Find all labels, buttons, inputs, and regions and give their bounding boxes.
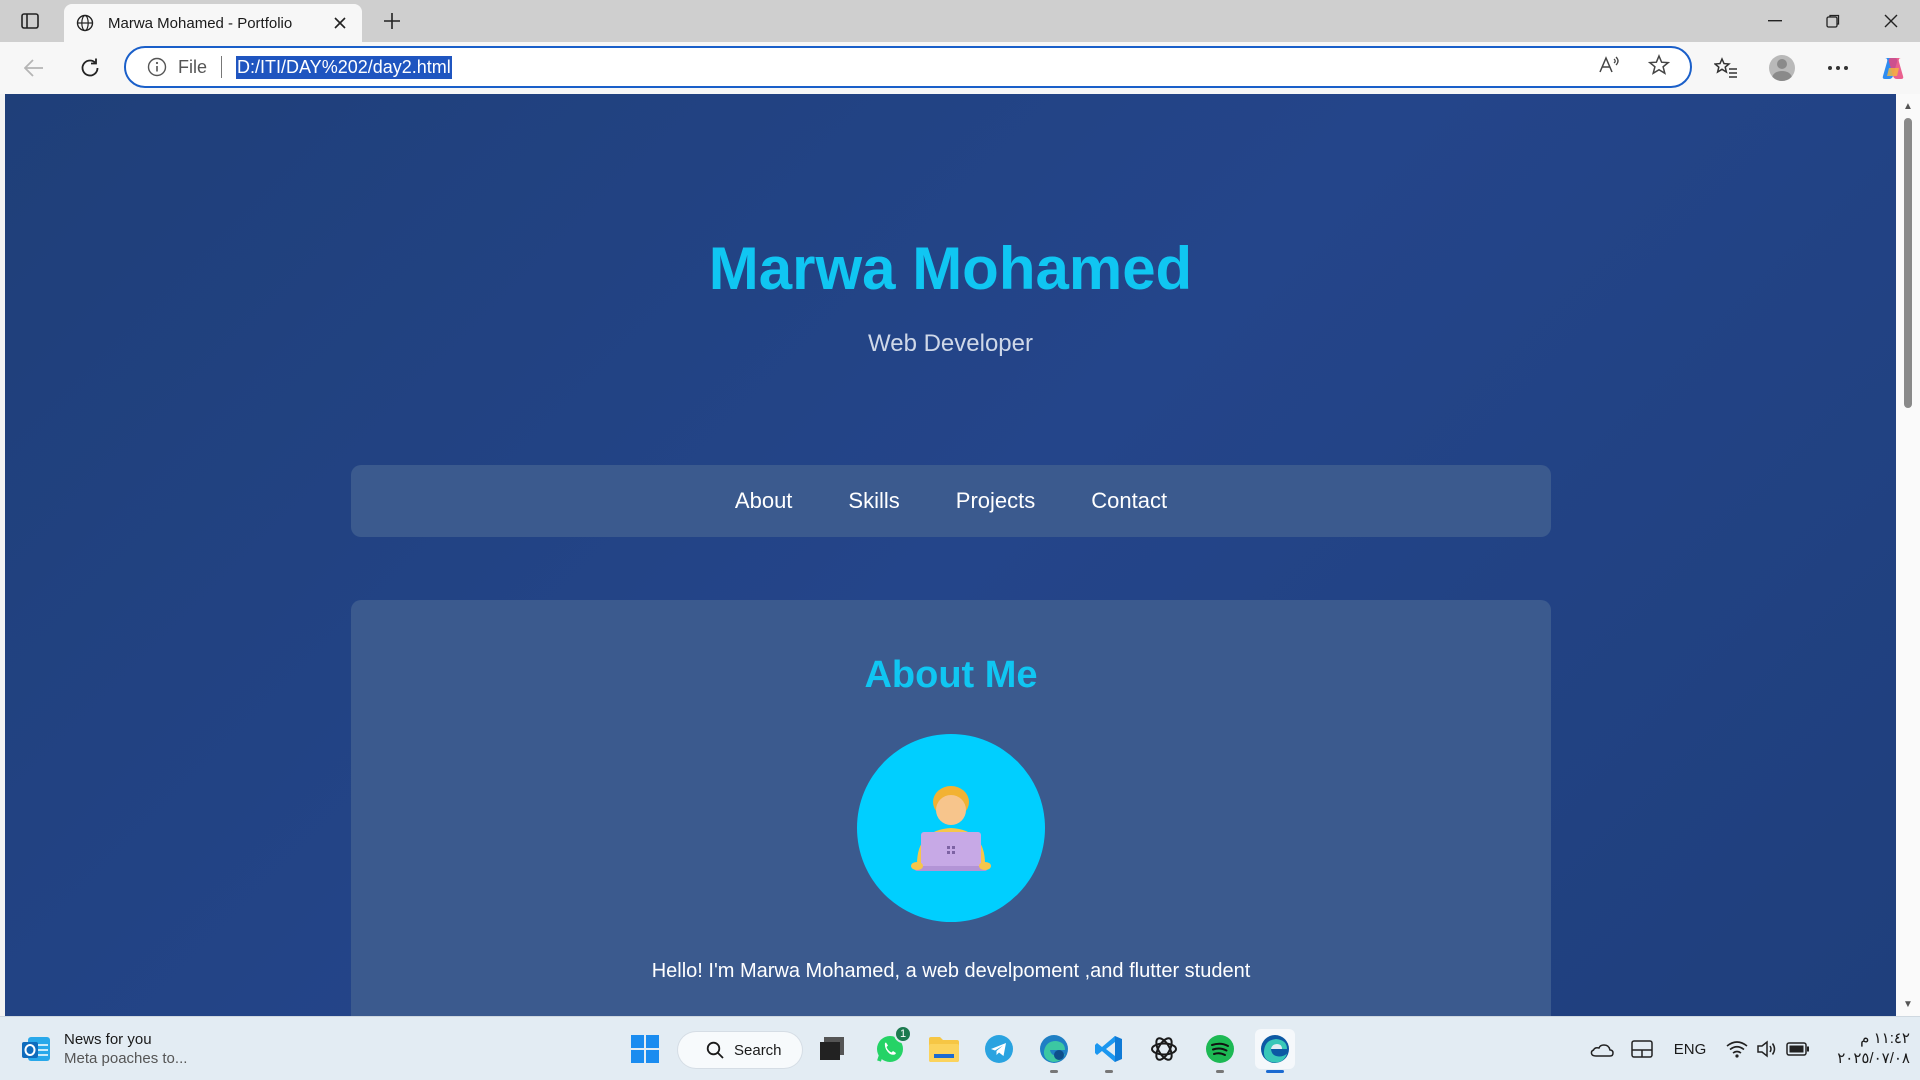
minimize-icon[interactable]	[1746, 0, 1804, 42]
edge-dev-icon	[1040, 1035, 1068, 1063]
tab-close-icon[interactable]	[328, 11, 352, 35]
telegram-app[interactable]	[979, 1029, 1019, 1069]
spotify-icon	[1206, 1035, 1234, 1063]
browser-tab[interactable]: Marwa Mohamed - Portfolio	[64, 4, 362, 42]
chatgpt-app[interactable]	[1144, 1029, 1184, 1069]
wifi-icon[interactable]	[1724, 1035, 1750, 1063]
window-close-icon[interactable]	[1862, 0, 1920, 42]
reload-icon[interactable]	[74, 52, 106, 84]
taskbar-search[interactable]: Search	[678, 1032, 802, 1068]
news-subtitle: Meta poaches to...	[64, 1050, 188, 1067]
vscode-icon	[1095, 1036, 1122, 1062]
about-text: Hello! I'm Marwa Mohamed, a web develpom…	[651, 960, 1251, 982]
news-widget[interactable]: News for you Meta poaches to...	[20, 1027, 187, 1071]
more-menu-icon[interactable]	[1822, 52, 1854, 84]
restore-icon[interactable]	[1804, 0, 1862, 42]
outlook-news-icon	[22, 1037, 50, 1061]
file-explorer-app[interactable]	[924, 1029, 964, 1069]
site-navigation: About Skills Projects Contact	[351, 465, 1551, 537]
spotify-app[interactable]	[1200, 1029, 1240, 1073]
browser-toolbar: File D:/ITI/DAY%202/day2.html	[0, 42, 1920, 94]
nav-link-projects[interactable]: Projects	[956, 488, 1035, 514]
task-view-button[interactable]	[812, 1029, 852, 1069]
system-clock[interactable]: ١١:٤٢ م ٢٠٢٥/٠٧/٠٨	[1820, 1029, 1910, 1069]
search-icon	[706, 1041, 724, 1059]
news-title: News for you	[64, 1031, 152, 1048]
active-indicator	[1266, 1070, 1284, 1073]
page-scrollbar[interactable]: ▲ ▼	[1896, 94, 1920, 1016]
chatgpt-icon	[1151, 1037, 1177, 1061]
nav-link-contact[interactable]: Contact	[1091, 488, 1167, 514]
url-text[interactable]: D:/ITI/DAY%202/day2.html	[236, 55, 452, 79]
favorite-star-icon[interactable]	[1644, 50, 1674, 80]
keyboard-layout-icon[interactable]	[1628, 1035, 1656, 1063]
about-title: About Me	[864, 654, 1038, 696]
whatsapp-badge: 1	[894, 1025, 912, 1043]
back-icon[interactable]	[18, 52, 50, 84]
windows-start-icon	[631, 1035, 659, 1063]
start-button[interactable]	[625, 1029, 665, 1069]
folder-icon	[929, 1037, 959, 1062]
whatsapp-app[interactable]: 1	[870, 1025, 912, 1069]
taskbar: News for you Meta poaches to... Search 1	[0, 1016, 1920, 1080]
battery-icon[interactable]	[1784, 1035, 1812, 1063]
language-indicator[interactable]: ENG	[1668, 1035, 1712, 1063]
page-viewport: Marwa Mohamed Web Developer About Skills…	[5, 94, 1896, 1016]
hero-subtitle: Web Developer	[868, 330, 1033, 357]
nav-link-about[interactable]: About	[735, 488, 793, 514]
running-indicator	[1216, 1070, 1224, 1073]
clock-time: ١١:٤٢ م	[1860, 1030, 1910, 1047]
favorites-icon[interactable]	[1710, 52, 1742, 84]
profile-avatar[interactable]	[1766, 52, 1798, 84]
edge-dev-app[interactable]	[1034, 1029, 1074, 1073]
clock-date: ٢٠٢٥/٠٧/٠٨	[1837, 1050, 1910, 1067]
address-bar[interactable]: File D:/ITI/DAY%202/day2.html	[124, 46, 1692, 88]
task-view-icon	[820, 1037, 844, 1060]
new-tab-icon[interactable]	[378, 7, 406, 35]
address-separator	[221, 56, 223, 78]
copilot-icon[interactable]	[1877, 52, 1909, 84]
vscode-app[interactable]	[1089, 1029, 1129, 1073]
hero-name: Marwa Mohamed	[708, 235, 1193, 302]
onedrive-icon[interactable]	[1588, 1035, 1616, 1063]
tab-title: Marwa Mohamed - Portfolio	[108, 14, 293, 32]
nav-link-skills[interactable]: Skills	[848, 488, 899, 514]
profile-icon	[1769, 55, 1795, 81]
scroll-up-icon[interactable]: ▲	[1902, 100, 1914, 112]
tab-strip: Marwa Mohamed - Portfolio	[0, 0, 1920, 42]
read-aloud-icon[interactable]	[1594, 50, 1624, 80]
running-indicator	[1050, 1070, 1058, 1073]
globe-icon	[74, 12, 96, 34]
volume-icon[interactable]	[1754, 1035, 1780, 1063]
scroll-down-icon[interactable]: ▼	[1902, 998, 1914, 1010]
about-section: About Me Hello! I'm Marwa Mohamed, a web…	[351, 600, 1551, 1016]
technologist-icon	[911, 786, 991, 871]
running-indicator	[1105, 1070, 1113, 1073]
about-avatar	[857, 734, 1045, 922]
scrollbar-thumb[interactable]	[1904, 118, 1912, 408]
edge-icon	[1261, 1035, 1289, 1063]
language-label: ENG	[1673, 1040, 1707, 1058]
edge-app[interactable]	[1255, 1029, 1295, 1073]
telegram-icon	[985, 1035, 1013, 1063]
tab-actions-icon[interactable]	[14, 8, 46, 34]
site-info-icon[interactable]	[146, 56, 168, 78]
search-label: Search	[734, 1041, 782, 1059]
scheme-label: File	[178, 56, 208, 77]
